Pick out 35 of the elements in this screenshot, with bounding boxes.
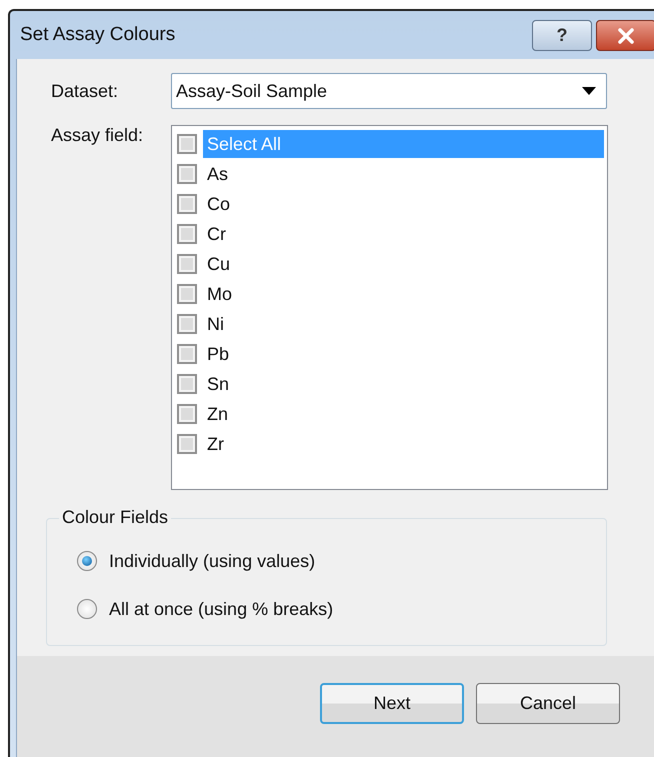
checkbox[interactable] [177,314,197,334]
close-button[interactable] [596,20,654,51]
checkbox[interactable] [177,404,197,424]
help-button[interactable]: ? [532,20,592,51]
list-item[interactable]: Pb [203,340,604,368]
cancel-button[interactable]: Cancel [476,683,620,724]
list-item[interactable]: Sn [203,370,604,398]
checkbox[interactable] [177,344,197,364]
list-item[interactable]: Zr [203,430,604,458]
radio-button[interactable] [77,551,97,571]
checkbox[interactable] [177,164,197,184]
list-item[interactable]: Zn [203,400,604,428]
window-title: Set Assay Colours [20,24,176,46]
checkbox[interactable] [177,434,197,454]
checkbox[interactable] [177,254,197,274]
dropdown-arrow-icon [582,87,596,95]
list-item[interactable]: Cu [203,250,604,278]
dataset-label: Dataset: [51,80,120,102]
checkbox[interactable] [177,194,197,214]
assay-field-label: Assay field: [51,125,144,146]
checkbox[interactable] [177,224,197,244]
list-item[interactable]: Ni [203,310,604,338]
close-icon [615,26,637,44]
radio-label[interactable]: Individually (using values) [109,550,316,572]
radio-button[interactable] [77,599,97,619]
checkbox[interactable] [177,374,197,394]
next-button[interactable]: Next [320,683,464,724]
checkbox[interactable] [177,134,197,154]
radio-label[interactable]: All at once (using % breaks) [109,598,334,620]
dataset-dropdown[interactable]: Assay-Soil Sample [171,73,607,109]
list-item[interactable]: Mo [203,280,604,308]
checkbox[interactable] [177,284,197,304]
list-item[interactable]: Cr [203,220,604,248]
list-item[interactable]: As [203,160,604,188]
list-item[interactable]: Co [203,190,604,218]
